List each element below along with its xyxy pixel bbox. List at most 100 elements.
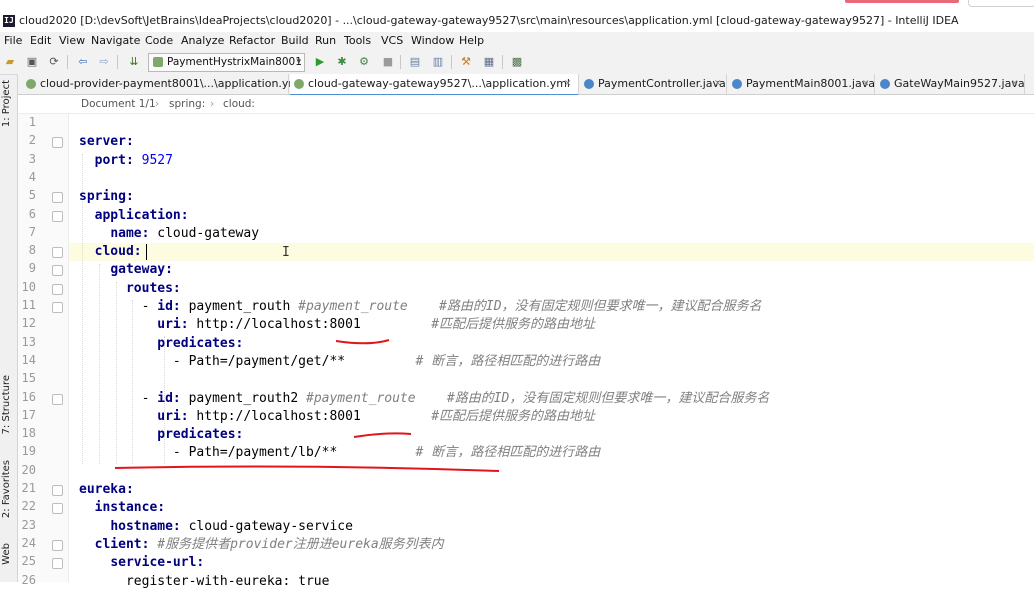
run-configuration-label: PaymentHystrixMain8001 <box>167 56 302 68</box>
menu-analyze[interactable]: Analyze <box>181 34 224 47</box>
window-control-bar[interactable] <box>845 0 959 3</box>
breadcrumb-document[interactable]: Document 1/1 <box>81 98 156 110</box>
tool-window-favorites[interactable]: 2: Favorites <box>1 460 12 518</box>
code-line: - Path=/payment/lb/** # 断言，路径相匹配的进行路由 <box>79 444 600 462</box>
menu-edit[interactable]: Edit <box>30 34 51 47</box>
back-icon[interactable]: ⇦ <box>76 55 90 69</box>
fold-marker-icon[interactable] <box>52 283 63 295</box>
line-number: 4 <box>28 169 36 184</box>
code-token: cloud-gateway-service <box>180 518 353 534</box>
code-token: application: <box>94 207 189 223</box>
fold-marker-icon[interactable] <box>52 485 63 496</box>
code-token: client: <box>94 536 150 552</box>
code-token: port: <box>94 152 134 168</box>
menu-vcs[interactable]: VCS <box>381 34 403 47</box>
save-icon[interactable]: ▣ <box>25 55 39 69</box>
open-icon[interactable]: ▰ <box>3 55 17 69</box>
code-token: # 断言，路径相匹配的进行路由 <box>415 353 601 369</box>
menu-code[interactable]: Code <box>145 34 173 47</box>
tab-gateway-main9527[interactable]: GateWayMain9527.java ✕ <box>876 74 1025 94</box>
run-icon[interactable]: ▶ <box>313 55 327 69</box>
line-number: 14 <box>21 352 36 367</box>
tab-payment8001-application-yml[interactable]: cloud-provider-payment8001\...\applicati… <box>22 74 302 94</box>
tab-payment-controller[interactable]: PaymentController.java ✕ <box>580 74 727 94</box>
menu-file[interactable]: File <box>4 34 22 47</box>
code-line: hostname: cloud-gateway-service <box>79 518 353 536</box>
tool-window-web[interactable]: Web <box>1 543 12 565</box>
menu-view[interactable]: View <box>59 34 85 47</box>
code-line: instance: <box>79 499 165 517</box>
fold-marker-icon[interactable] <box>52 265 63 277</box>
settings-icon[interactable]: ⚒ <box>459 55 473 69</box>
code-editor[interactable]: server: port: 9527 spring: application: n… <box>69 114 1034 589</box>
sync-icon[interactable]: ⟳ <box>47 55 61 69</box>
stop-icon[interactable]: ■ <box>381 55 395 69</box>
structure-icon[interactable]: ▥ <box>431 55 445 69</box>
line-number: 2 <box>28 133 36 148</box>
code-token: payment_routh <box>180 299 299 314</box>
line-number: 22 <box>21 499 36 514</box>
code-token: #服务提供者provider注册进eureka服务列表内 <box>157 536 444 552</box>
code-token: cloud: <box>94 244 142 260</box>
fold-marker-icon[interactable] <box>52 539 63 551</box>
menu-help[interactable]: Help <box>459 34 484 47</box>
fold-marker-icon[interactable] <box>52 503 63 515</box>
menu-tools[interactable]: Tools <box>344 34 371 47</box>
close-icon[interactable]: ✕ <box>564 74 572 94</box>
fold-marker-icon[interactable] <box>52 192 63 204</box>
code-token: cloud-gateway <box>149 225 260 241</box>
annotation-underline-8001-route1 <box>335 339 390 345</box>
toolbar-separator <box>67 55 68 69</box>
breadcrumb-cloud[interactable]: cloud: <box>223 98 255 110</box>
fold-marker-icon[interactable] <box>52 302 63 313</box>
fold-marker-icon[interactable] <box>52 558 63 570</box>
code-line: service-url: <box>79 554 204 572</box>
chevron-down-icon: ▾ <box>296 57 301 67</box>
line-number: 18 <box>21 426 36 441</box>
fold-marker-icon[interactable] <box>52 247 63 259</box>
menu-run[interactable]: Run <box>315 34 336 47</box>
tab-gateway9527-application-yml[interactable]: cloud-gateway-gateway9527\...\applicatio… <box>290 74 579 96</box>
breadcrumb-spring[interactable]: spring: <box>169 98 205 110</box>
line-number: 7 <box>28 224 36 239</box>
code-line: spring: <box>79 188 134 206</box>
line-number: 21 <box>21 481 36 495</box>
code-token: payment_routh2 <box>180 390 306 406</box>
fold-marker-icon[interactable] <box>52 210 63 222</box>
tab-payment-main8001[interactable]: PaymentMain8001.java ✕ <box>728 74 875 94</box>
window-control-box[interactable] <box>968 0 1034 7</box>
close-icon[interactable]: ✕ <box>1011 74 1019 94</box>
vcs-icon[interactable]: ▩ <box>510 55 524 69</box>
run-configuration-select[interactable]: PaymentHystrixMain8001 ▾ <box>148 53 305 72</box>
menu-refactor[interactable]: Refactor <box>229 34 275 47</box>
code-token: id: <box>157 299 181 314</box>
window-title: cloud2020 [D:\devSoft\JetBrains\IdeaProj… <box>19 14 959 27</box>
coverage-icon[interactable]: ⚙ <box>357 55 371 69</box>
sdk-icon[interactable]: ▤ <box>408 55 422 69</box>
build-icon[interactable]: ⇊ <box>127 55 141 69</box>
menu-navigate[interactable]: Navigate <box>91 34 140 47</box>
fold-marker-icon[interactable] <box>52 393 63 405</box>
code-line: server: <box>79 133 134 151</box>
line-number: 12 <box>21 316 36 331</box>
code-line: client: #服务提供者provider注册进eureka服务列表内 <box>79 536 444 554</box>
close-icon[interactable]: ✕ <box>714 74 722 94</box>
forward-icon[interactable]: ⇨ <box>97 55 111 69</box>
project-structure-icon[interactable]: ▦ <box>482 55 496 69</box>
code-token: name: <box>110 225 150 241</box>
tool-window-project[interactable]: 1: Project <box>1 80 12 127</box>
menu-window[interactable]: Window <box>411 34 454 47</box>
annotation-underline-lb-route <box>114 465 500 472</box>
close-icon[interactable]: ✕ <box>862 74 870 94</box>
menu-build[interactable]: Build <box>281 34 309 47</box>
fold-marker-icon[interactable] <box>52 137 63 149</box>
code-token: #payment_route #路由的ID，没有固定规则但要求唯一，建议配合服务… <box>298 299 762 314</box>
tool-window-structure[interactable]: 7: Structure <box>1 375 12 434</box>
line-number: 13 <box>21 334 36 349</box>
debug-icon[interactable]: ✱ <box>335 55 349 69</box>
